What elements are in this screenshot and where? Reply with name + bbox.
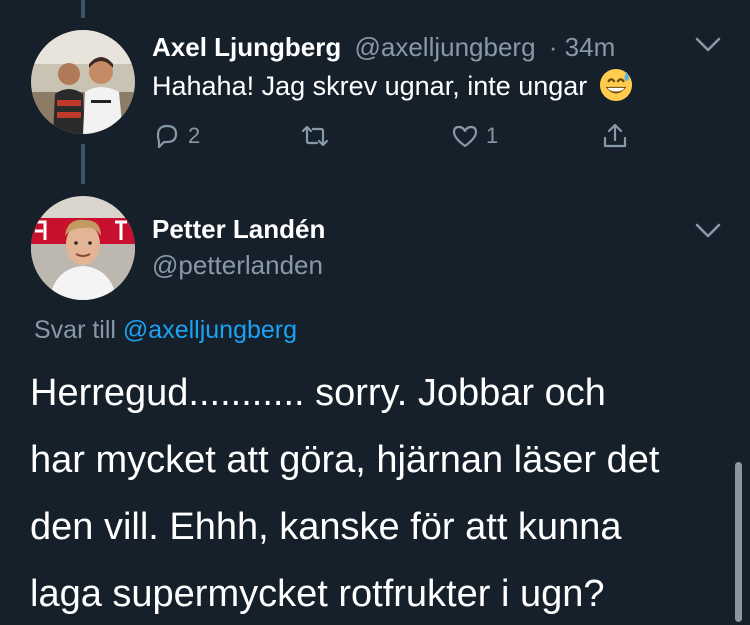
- tweet-body-line: Herregud........... sorry. Jobbar och: [30, 372, 606, 414]
- retweet-button[interactable]: [300, 118, 336, 154]
- avatar-petter[interactable]: [31, 196, 135, 300]
- tweet-body-line: den vill. Ehhh, kanske för att kunna: [30, 506, 622, 548]
- reply-to-link[interactable]: @axelljungberg: [123, 316, 297, 344]
- speech-bubble-icon: [156, 124, 178, 149]
- thread-connector: [81, 144, 85, 184]
- scrollbar[interactable]: [735, 462, 742, 622]
- chevron-down-icon[interactable]: [694, 222, 722, 240]
- reply-count: 2: [188, 123, 201, 148]
- grinning-sweat-emoji-icon: [599, 68, 632, 102]
- user-handle[interactable]: @axelljungberg: [354, 32, 535, 62]
- tweet-body-line: har mycket att göra, hjärnan läser det: [30, 439, 660, 481]
- tweet-body: Herregud........... sorry. Jobbar och ha…: [30, 360, 730, 625]
- avatar-axel[interactable]: [31, 30, 135, 134]
- like-button[interactable]: 1: [450, 118, 498, 154]
- tweet-text-content: Hahaha! Jag skrev ugnar, inte ungar: [152, 71, 588, 101]
- thread-connector-top: [81, 0, 85, 18]
- display-name[interactable]: Axel Ljungberg: [152, 32, 341, 62]
- reply-button[interactable]: 2: [152, 118, 200, 154]
- retweet-icon: [301, 125, 329, 147]
- heart-icon: [452, 125, 478, 148]
- display-name[interactable]: Petter Landén: [152, 214, 325, 245]
- tweet-actions: 2 1: [152, 118, 642, 154]
- share-button[interactable]: [600, 118, 630, 154]
- timestamp[interactable]: · 34m: [549, 32, 615, 62]
- tweet-header: Axel Ljungberg @axelljungberg · 34m: [152, 32, 615, 63]
- reply-prefix: Svar till: [34, 316, 116, 344]
- tweet-text: Hahaha! Jag skrev ugnar, inte ungar: [152, 68, 633, 102]
- tweet-body-line: laga supermycket rotfrukter i ugn?: [30, 573, 605, 615]
- like-count: 1: [486, 123, 499, 148]
- chevron-down-icon[interactable]: [694, 36, 722, 54]
- tweet-thread: Axel Ljungberg @axelljungberg · 34m Haha…: [0, 0, 750, 625]
- reply-context: Svar till @axelljungberg: [34, 316, 297, 345]
- user-handle[interactable]: @petterlanden: [152, 250, 323, 281]
- share-icon: [603, 123, 627, 148]
